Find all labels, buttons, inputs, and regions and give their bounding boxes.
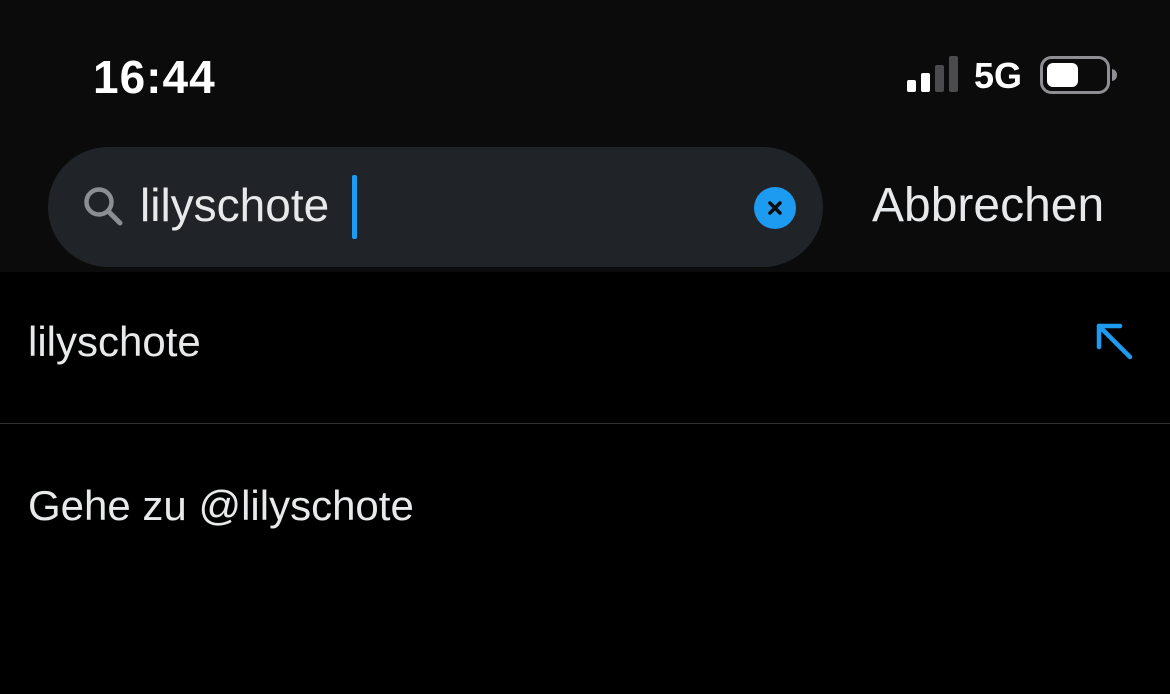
goto-profile-label: Gehe zu @lilyschote	[28, 482, 414, 529]
signal-bar-1	[907, 80, 916, 92]
status-time: 16:44	[93, 51, 216, 103]
clear-search-button[interactable]	[754, 187, 796, 229]
battery-icon	[1040, 56, 1117, 94]
suggestion-item[interactable]: lilyschote	[0, 272, 1170, 424]
text-cursor	[352, 175, 357, 239]
status-bar: 16:44 5G	[0, 0, 1170, 140]
battery-fill	[1047, 63, 1078, 87]
cancel-button[interactable]: Abbrechen	[872, 178, 1104, 233]
top-area: 16:44 5G lilyschote Abbrechen	[0, 0, 1170, 272]
search-icon	[84, 187, 123, 226]
signal-icon	[907, 56, 958, 92]
suggestion-label: lilyschote	[28, 318, 201, 365]
search-results: lilyschote Gehe zu @lilyschote	[0, 272, 1170, 694]
signal-bar-2	[921, 73, 930, 92]
network-type: 5G	[974, 55, 1023, 96]
clear-icon	[768, 201, 782, 215]
signal-bar-4	[949, 56, 958, 92]
search-input[interactable]: lilyschote	[140, 178, 329, 232]
goto-profile-item[interactable]: Gehe zu @lilyschote	[0, 424, 1170, 594]
signal-bar-3	[935, 65, 944, 92]
arrow-up-left-icon[interactable]	[1093, 320, 1135, 362]
